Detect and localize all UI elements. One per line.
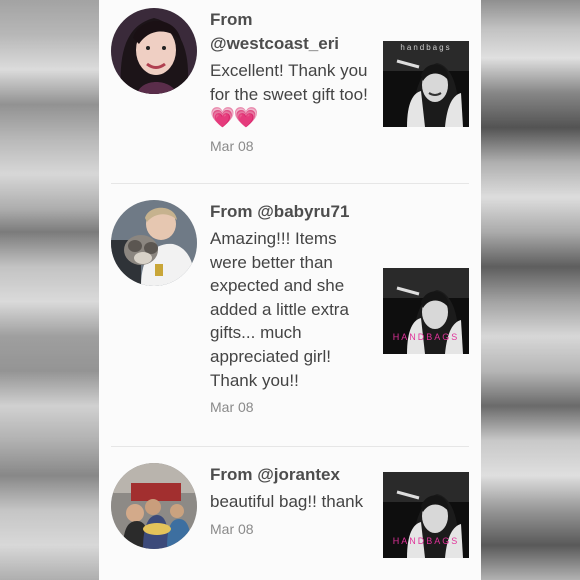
brand-watermark: handbags xyxy=(400,43,451,52)
brand-watermark: HANDBAGS xyxy=(393,536,460,546)
avatar-photo xyxy=(111,200,197,286)
review-message: beautiful bag!! thank xyxy=(210,492,364,511)
review-text: From @westcoast_eri Excellent! Thank you… xyxy=(210,8,375,154)
review-message: Excellent! Thank you for the sweet gift … xyxy=(210,59,375,131)
from-label: From xyxy=(210,465,253,484)
username-link[interactable]: @jorantex xyxy=(257,465,340,484)
review-author[interactable]: From @babyru71 xyxy=(210,200,375,224)
divider xyxy=(111,446,469,447)
product-thumbnail[interactable]: handbags xyxy=(383,41,469,127)
avatar[interactable] xyxy=(111,463,197,549)
from-label: From xyxy=(210,10,253,29)
review-date: Mar 08 xyxy=(210,137,254,154)
product-thumbnail[interactable]: HANDBAGS xyxy=(383,472,469,558)
blurred-background-right xyxy=(481,0,580,580)
blurred-background-left xyxy=(0,0,99,580)
username-link[interactable]: @westcoast_eri xyxy=(210,34,339,53)
username-link[interactable]: @babyru71 xyxy=(257,202,349,221)
review-message-text: Excellent! Thank you for the sweet gift … xyxy=(210,61,368,104)
avatar-photo xyxy=(111,463,197,549)
avatar[interactable] xyxy=(111,8,197,94)
review-text: From @jorantex beautiful bag!! thank Mar… xyxy=(210,463,375,537)
review-author[interactable]: From @westcoast_eri xyxy=(210,8,375,56)
review-date: Mar 08 xyxy=(210,520,254,537)
divider xyxy=(111,183,469,184)
avatar[interactable] xyxy=(111,200,197,286)
product-photo: HANDBAGS xyxy=(383,268,469,354)
review-message: Amazing!!! Items were better than expect… xyxy=(210,229,349,390)
review-author[interactable]: From @jorantex xyxy=(210,463,375,487)
heart-emoji: 💗💗 xyxy=(210,107,259,130)
brand-watermark: HANDBAGS xyxy=(393,332,460,342)
from-label: From xyxy=(210,202,253,221)
product-thumbnail[interactable]: HANDBAGS xyxy=(383,268,469,354)
product-photo: HANDBAGS xyxy=(383,472,469,558)
avatar-photo xyxy=(111,8,197,94)
review-date: Mar 08 xyxy=(210,399,254,416)
reviews-panel: From @westcoast_eri Excellent! Thank you… xyxy=(99,0,481,580)
review-text: From @babyru71 Amazing!!! Items were bet… xyxy=(210,200,375,415)
product-photo: handbags xyxy=(383,41,469,127)
